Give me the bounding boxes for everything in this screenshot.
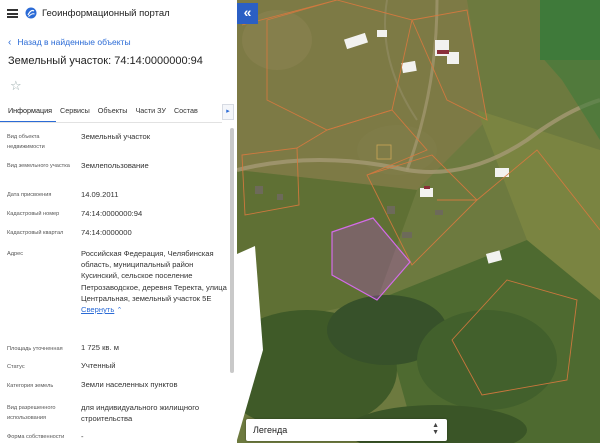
tab-composition[interactable]: Состав [170,100,202,121]
attr-label-cadastral-number: Кадастровый номер [7,211,60,217]
attr-label-ownership: Форма собственности [7,434,65,440]
tabs-scroll-button[interactable]: ▸ [222,104,234,120]
panel-scrollbar[interactable] [230,128,234,373]
back-to-results-link[interactable]: ‹ Назад в найденные объекты [8,37,131,48]
tab-objects[interactable]: Объекты [94,100,132,121]
legend-dropdown[interactable]: Легенда ▲ ▼ [246,419,447,441]
map-view[interactable] [237,0,600,443]
attr-value-address: Российская Федерация, Челябинская област… [81,248,231,316]
tab-services[interactable]: Сервисы [56,100,94,121]
info-panel: Геоинформационный портал ‹ Назад в найден… [0,0,237,443]
star-icon[interactable]: ☆ [10,79,22,92]
legend-label: Легенда [253,425,288,435]
hamburger-menu-icon[interactable] [7,9,18,18]
attr-value-land-category: Земли населенных пунктов [81,380,178,389]
attr-label-address: Адрес [7,251,24,257]
attr-label-assigned-date: Дата присвоения [7,192,52,198]
collapse-panel-button[interactable]: « [237,3,258,24]
chevron-right-icon: ▸ [226,108,230,115]
tab-parcel-parts[interactable]: Части ЗУ [131,100,170,121]
tab-bar: Информация Сервисы Объекты Части ЗУ Состав [0,100,222,123]
attr-value-assigned-date: 14.09.2011 [81,190,119,199]
attr-label-status: Статус [7,364,25,370]
attr-label-parcel-type: Вид земельного участка [7,163,70,169]
attr-value-permitted-use: для индивидуального жилищного строительс… [81,403,200,424]
attr-label-object-type: Вид объекта недвижимости [7,134,45,150]
portal-logo-icon [25,7,37,19]
address-text: Российская Федерация, Челябинская област… [81,249,227,303]
chevron-up-icon: ⌃ [116,307,123,315]
attr-value-status: Учтенный [81,361,116,370]
attr-value-object-type: Земельный участок [81,132,151,141]
object-title: Земельный участок: 74:14:0000000:94 [8,55,203,67]
attr-label-land-category: Категория земель [7,383,54,389]
attr-value-area: 1 725 кв. м [81,343,119,352]
satellite-imagery [237,0,600,443]
back-link-label: Назад в найденные объекты [17,37,131,47]
attr-label-cadastral-quarter: Кадастровый квартал [7,230,64,236]
attr-value-ownership: - [81,432,84,441]
collapse-address-link[interactable]: Свернуть [81,305,114,314]
chevron-updown-icon: ▲ ▼ [432,422,439,436]
tab-information[interactable]: Информация [0,100,57,122]
attr-value-parcel-type: Землепользование [81,161,149,170]
chevron-left-icon: ‹ [8,37,12,48]
attr-value-cadastral-quarter: 74:14:0000000 [81,228,132,237]
attr-label-area: Площадь уточненная [7,346,63,352]
app-header: Геоинформационный портал [0,0,237,28]
app-title: Геоинформационный портал [42,8,170,19]
attr-value-cadastral-number: 74:14:0000000:94 [81,209,143,218]
attr-label-permitted-use: Вид разрешенного использования [7,405,56,421]
